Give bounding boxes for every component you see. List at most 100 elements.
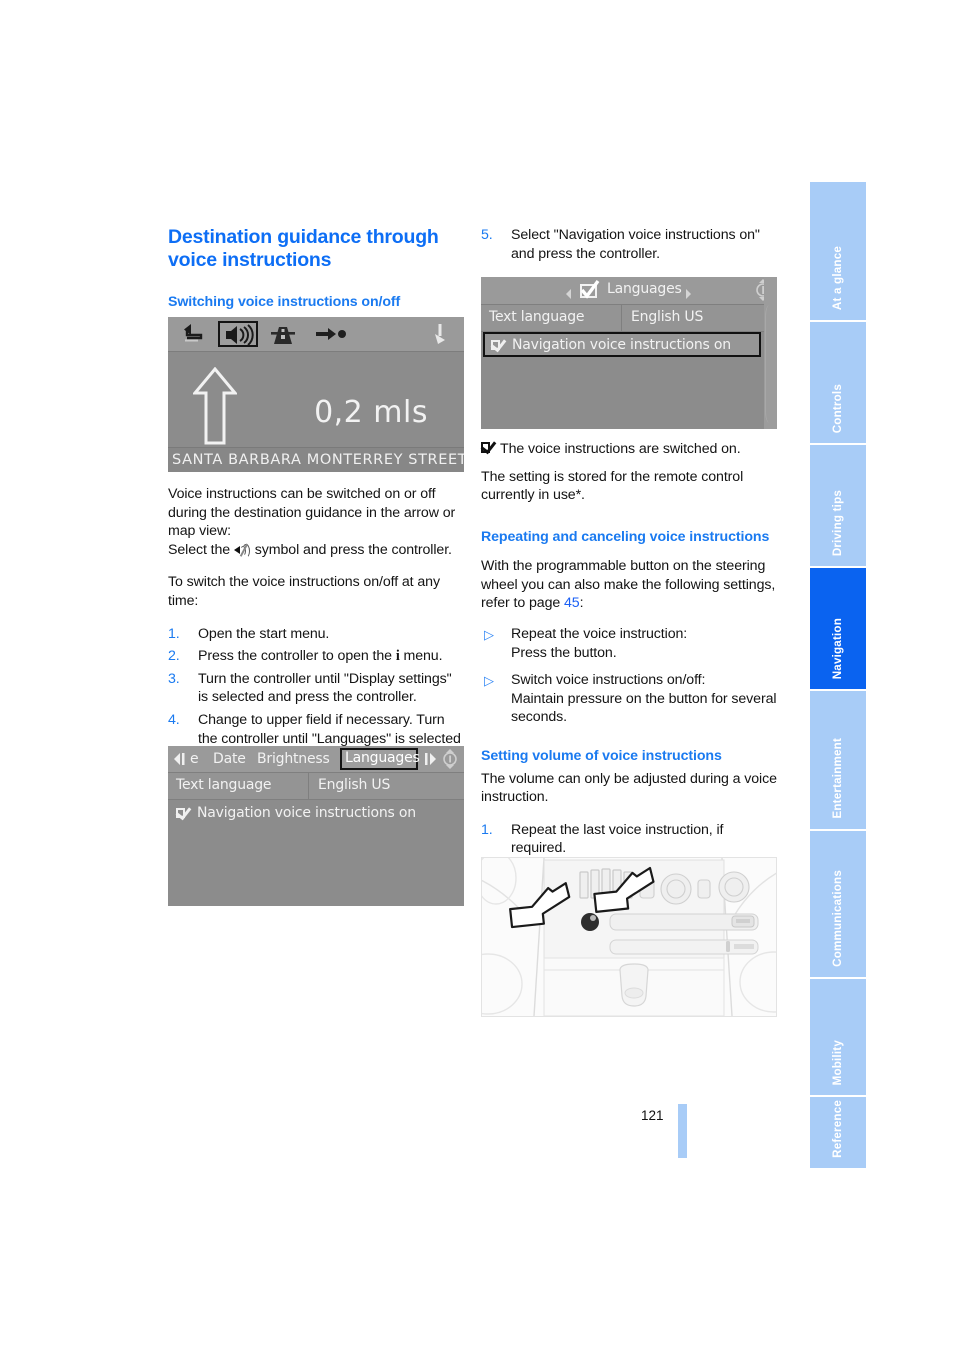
volume-paragraph: The volume can only be adjusted during a… [481,770,777,806]
row-divider [621,305,622,331]
subsection-heading-repeating: Repeating and canceling voice instructio… [481,528,770,545]
step-number: 3. [168,670,180,687]
intro-paragraph-1: Voice instructions can be switched on or… [168,486,456,540]
triangle-bullet-icon: ▷ [484,673,494,689]
subsection-heading-volume: Setting volume of voice instructions [481,748,722,765]
step-text-after: menu. [399,648,443,665]
row-value-text-language: English US [318,777,391,793]
step-item: 2. Press the controller to open the i me… [168,647,464,666]
step-number: 4. [168,711,180,728]
step-item: 1. Open the start menu. [168,625,464,644]
checkbox-checked-icon [480,437,497,455]
navigation-arrow-view-screenshot: 0,2 mls SANTA BARBARA MONTERREY STREET B… [168,317,464,472]
sidebar-item-entertainment[interactable]: Entertainment [810,691,866,831]
tab-label: Communications [831,870,844,967]
arrow-item-line2: Maintain pressure on the button for seve… [511,690,777,726]
left-column: Destination guidance through voice instr… [168,226,464,320]
next-arrow-icon[interactable] [684,286,692,304]
row-divider [308,773,309,799]
header-title-languages: Languages [607,281,682,297]
down-arrow-icon[interactable] [432,324,450,344]
steps-list-right-top: 5. Select "Navigation voice instructions… [481,226,777,263]
step-item: 3. Turn the controller until "Display se… [168,670,464,707]
row-label-text-language: Text language [489,309,585,325]
row-value-text-language: English US [631,309,704,325]
step-text: Open the start menu. [198,625,330,642]
tab-label: Mobility [831,1039,844,1085]
page-title: Destination guidance through voice instr… [168,226,439,271]
tab-label-date[interactable]: Date [213,751,246,767]
sidebar-item-reference[interactable]: Reference [810,1097,866,1168]
subsection-heading-switching: Switching voice instructions on/off [168,294,401,310]
tab-label: Navigation [831,617,844,679]
sidebar-item-driving-tips[interactable]: Driving tips [810,445,866,568]
arrow-item: ▷ Repeat the voice instruction: Press th… [481,625,777,662]
page-reference-link[interactable]: 45 [564,595,580,611]
tab-label: Entertainment [831,738,844,819]
checkbox-label: Navigation voice instructions on [197,805,416,821]
row-label-text-language: Text language [176,777,272,793]
repeating-paragraph: With the programmable button on the stee… [481,557,777,613]
step-number: 5. [481,227,493,243]
updown-scroll-icon[interactable] [441,749,459,774]
checkbox-row-voice-instructions[interactable]: Navigation voice instructions on [175,803,416,821]
tab-label: Reference [831,1100,844,1158]
center-console-photo: BN0754 [481,857,777,1017]
select-text-after: symbol and press the controller. [250,541,452,558]
checkbox-checked-icon [490,335,507,353]
sidebar-item-at-a-glance[interactable]: At a glance [810,182,866,322]
checked-note-text: The voice instructions are switched on. [500,441,741,457]
checkbox-row-voice-instructions: Navigation voice instructions on [490,335,731,353]
step-text-before: Press the controller to open the [198,648,396,665]
step-text: Repeat the last voice instruction, if re… [511,821,724,857]
manual-page: Destination guidance through voice instr… [0,0,954,1351]
prev-arrow-icon[interactable] [565,286,573,304]
step-item: 5. Select "Navigation voice instructions… [481,226,777,263]
step-number: 1. [168,625,180,642]
chapter-index-tabs: At a glance Controls Driving tips Naviga… [810,182,866,1168]
distance-readout: 0,2 mls [314,395,428,430]
destination-icon[interactable] [316,324,348,344]
tab-label: Driving tips [831,489,844,556]
arrow-item-line2: Press the button. [511,644,617,661]
scrollbar-track [765,305,774,423]
tab-label-e[interactable]: e [190,751,199,767]
checkbox-checked-icon [175,803,192,821]
page-number-rule [678,1104,687,1158]
note-body: The setting is stored for the remote con… [481,468,744,504]
tab-label-languages: Languages [345,750,420,766]
sidebar-item-mobility[interactable]: Mobility [810,979,866,1097]
repeating-text-before: With the programmable button on the stee… [481,558,776,612]
step-text: Turn the controller until "Display setti… [198,670,452,706]
checked-note: The voice instructions are switched on. [480,437,777,459]
repeating-text-after: : [579,595,584,612]
sidebar-item-navigation[interactable]: Navigation [810,568,866,691]
right-column: 5. Select "Navigation voice instructions… [481,226,777,267]
step-number: 2. [168,648,180,665]
step-text: Select "Navigation voice instructions on… [511,227,760,262]
tab-label-brightness[interactable]: Brightness [257,751,330,767]
step-number: 1. [481,821,493,838]
tab-label: Controls [831,383,844,433]
volume-on-icon-selected[interactable] [218,321,258,347]
prev-tab-arrow-icon[interactable] [174,751,188,772]
mute-symbol-icon [233,543,251,558]
page-number: 121 [641,1108,664,1123]
left-column-body: Voice instructions can be switched on or… [168,485,464,771]
checkbox-label: Navigation voice instructions on [512,337,731,353]
right-column-body: The voice instructions are switched on. … [480,437,777,903]
languages-menu-screenshot-left: e Date Brightness Languages Text languag… [168,746,464,906]
arrow-list: ▷ Repeat the voice instruction: Press th… [481,625,777,727]
tab-label: At a glance [831,245,844,310]
arrow-item: ▷ Switch voice instructions on/off: Main… [481,671,777,727]
intro-paragraph-2: Select the symbol and press the controll… [168,541,464,560]
highway-icon[interactable] [270,324,296,344]
next-tab-arrow-icon[interactable] [423,751,437,772]
sidebar-item-communications[interactable]: Communications [810,831,866,979]
sidebar-item-controls[interactable]: Controls [810,322,866,445]
back-icon[interactable] [182,324,206,344]
triangle-bullet-icon: ▷ [484,627,494,643]
step-item: 1. Repeat the last voice instruction, if… [481,821,777,858]
street-name-label: SANTA BARBARA MONTERREY STREET [168,447,464,472]
straight-ahead-arrow-icon [191,366,239,445]
